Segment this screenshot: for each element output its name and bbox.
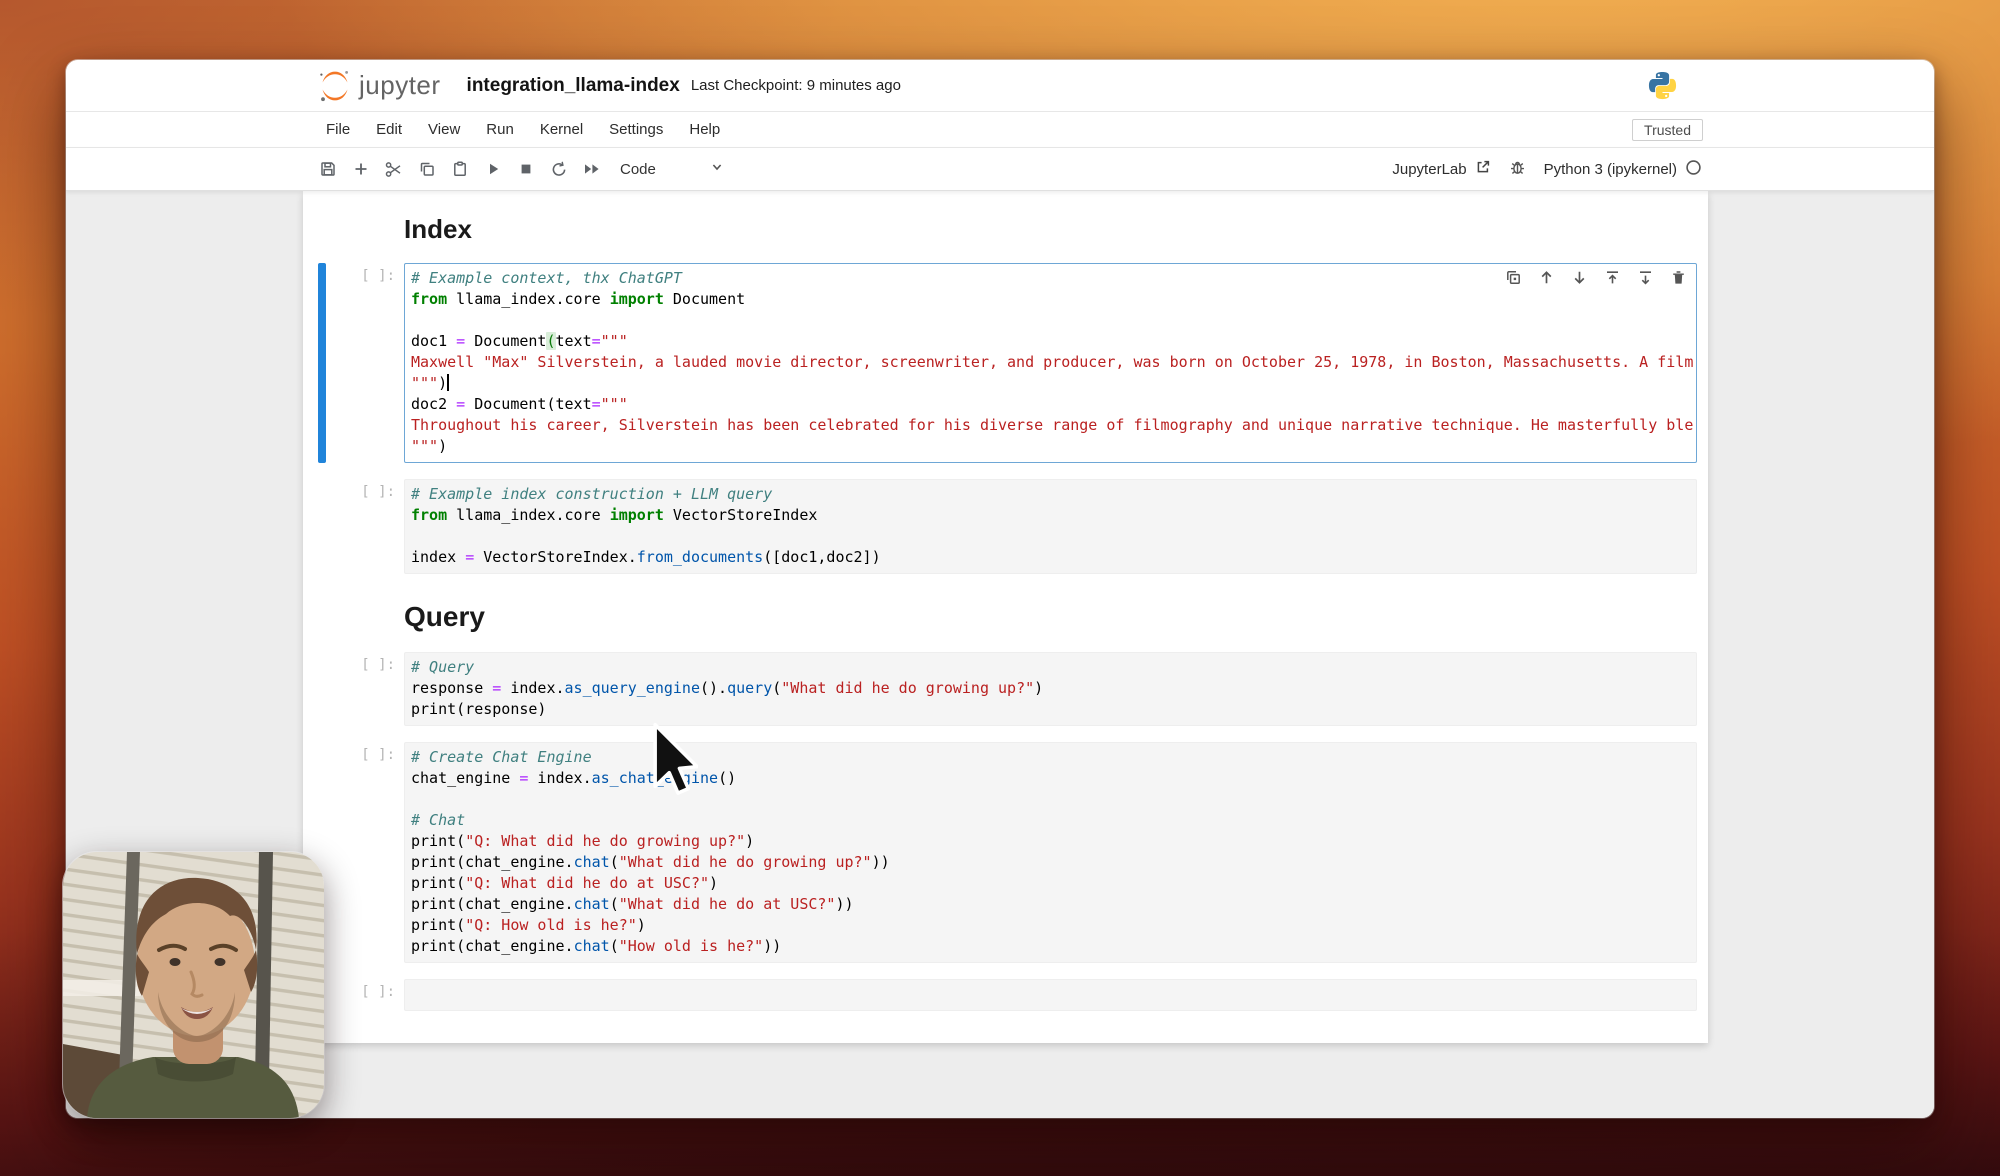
cell-editor[interactable] <box>404 979 1697 1011</box>
run-cell-icon[interactable] <box>476 154 509 184</box>
toolbar: Code JupyterLab Python 3 (ipykernel) <box>66 148 1934 191</box>
presenter-webcam-video <box>63 852 324 1118</box>
cell-toolbar <box>1505 269 1687 286</box>
cut-cell-icon[interactable] <box>377 154 410 184</box>
external-link-icon[interactable] <box>1475 159 1491 179</box>
insert-cell-below-icon[interactable] <box>1637 269 1654 286</box>
kernel-status-icon[interactable] <box>1685 159 1702 180</box>
notebook-title[interactable]: integration_llama-index <box>467 75 680 97</box>
notebook-page: Index[ ]: # Example context, thx ChatGPT f… <box>303 191 1708 1043</box>
jupyterlab-link[interactable]: JupyterLab <box>1392 161 1466 178</box>
notebook-scroll-area[interactable]: Index[ ]: # Example context, thx ChatGPT f… <box>66 191 1934 1118</box>
cell-editor[interactable]: # Example context, thx ChatGPT from llama… <box>404 263 1697 463</box>
cell-type-value: Code <box>620 160 656 178</box>
menu-settings[interactable]: Settings <box>596 121 676 138</box>
restart-kernel-icon[interactable] <box>542 154 575 184</box>
menu-file[interactable]: File <box>313 121 363 138</box>
trusted-badge[interactable]: Trusted <box>1632 118 1703 141</box>
cell-prompt: [ ]: <box>361 484 395 500</box>
title-bar[interactable]: jupyter integration_llama-index Last Che… <box>66 60 1934 112</box>
delete-cell-icon[interactable] <box>1670 269 1687 286</box>
menu-edit[interactable]: Edit <box>363 121 415 138</box>
code-cell[interactable]: [ ]: # Example context, thx ChatGPT from l… <box>303 263 1697 463</box>
menu-run[interactable]: Run <box>473 121 527 138</box>
menu-bar: File Edit View Run Kernel Settings Help … <box>66 112 1934 148</box>
insert-cell-above-icon[interactable] <box>1604 269 1621 286</box>
text-cursor <box>447 374 450 391</box>
python-logo-icon <box>1647 70 1678 101</box>
run-all-icon[interactable] <box>575 154 608 184</box>
jupyter-logo-icon <box>318 69 352 103</box>
cell-prompt: [ ]: <box>361 657 395 673</box>
stop-kernel-icon[interactable] <box>509 154 542 184</box>
move-cell-up-icon[interactable] <box>1538 269 1555 286</box>
cell-editor[interactable]: # Example index construction + LLM query… <box>404 479 1697 574</box>
section-heading[interactable]: Index <box>404 213 1697 245</box>
kernel-name[interactable]: Python 3 (ipykernel) <box>1544 161 1677 178</box>
debugger-bug-icon[interactable] <box>1509 159 1526 180</box>
jupyter-brand-text: jupyter <box>359 70 441 100</box>
copy-cell-icon[interactable] <box>410 154 443 184</box>
section-heading[interactable]: Query <box>404 600 1697 634</box>
code-cell[interactable]: [ ]: # Create Chat Engine chat_engine = in… <box>303 742 1697 963</box>
code-cell[interactable]: [ ]: # Query response = index.as_query_eng… <box>303 652 1697 726</box>
menu-view[interactable]: View <box>415 121 473 138</box>
menu-kernel[interactable]: Kernel <box>527 121 596 138</box>
cell-type-select[interactable]: Code <box>620 160 724 178</box>
code-cell[interactable]: [ ]: # Example index construction + LLM q… <box>303 479 1697 574</box>
move-cell-down-icon[interactable] <box>1571 269 1588 286</box>
code-cell[interactable]: [ ]: <box>303 979 1697 1011</box>
jupyter-window: jupyter integration_llama-index Last Che… <box>66 60 1934 1118</box>
save-icon[interactable] <box>311 154 344 184</box>
chevron-down-icon <box>710 160 724 178</box>
cell-editor[interactable]: # Create Chat Engine chat_engine = index.… <box>404 742 1697 963</box>
checkpoint-status: Last Checkpoint: 9 minutes ago <box>690 77 901 94</box>
duplicate-cell-icon[interactable] <box>1505 269 1522 286</box>
selected-cell-indicator <box>318 263 326 463</box>
notebook-cells: Index[ ]: # Example context, thx ChatGPT f… <box>303 213 1708 1011</box>
add-cell-icon[interactable] <box>344 154 377 184</box>
paste-cell-icon[interactable] <box>443 154 476 184</box>
cell-editor[interactable]: # Query response = index.as_query_engine(… <box>404 652 1697 726</box>
menu-help[interactable]: Help <box>676 121 733 138</box>
desktop: { "header": { "brand": "jupyter", "noteb… <box>0 0 2000 1176</box>
